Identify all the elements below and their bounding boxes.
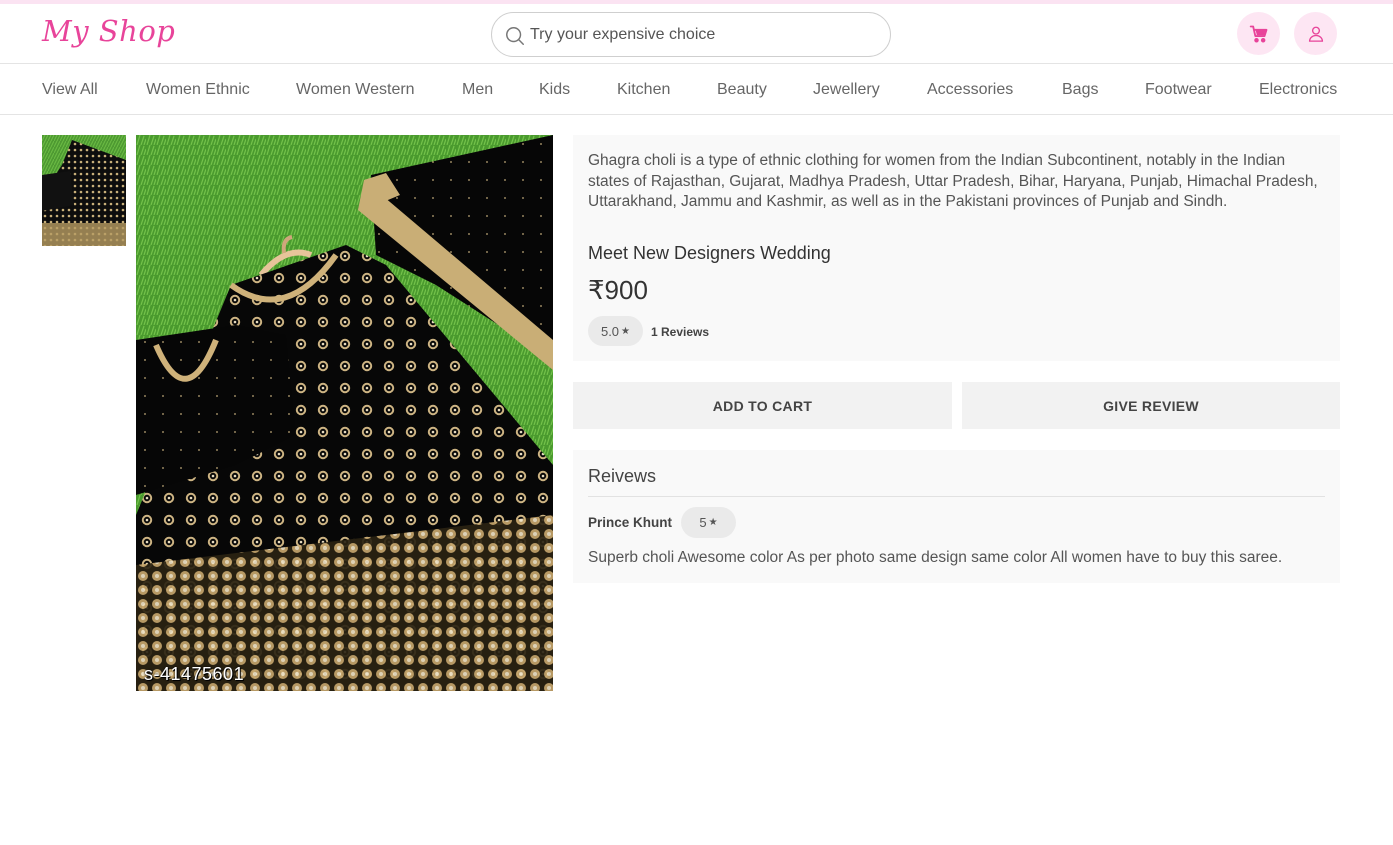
nav-item-accessories[interactable]: Accessories bbox=[927, 81, 1013, 99]
search-bar[interactable] bbox=[491, 12, 891, 57]
product-name: Meet New Designers Wedding bbox=[588, 243, 831, 263]
nav-item-kitchen[interactable]: Kitchen bbox=[617, 81, 670, 99]
product-info-card: Ghagra choli is a type of ethnic clothin… bbox=[573, 135, 1340, 361]
star-icon: ★ bbox=[708, 517, 718, 528]
product-price: ₹900 bbox=[588, 275, 648, 305]
reviews-title: Reivews bbox=[588, 466, 657, 486]
nav-item-jewellery[interactable]: Jewellery bbox=[813, 81, 880, 99]
review-rating-badge: 5 ★ bbox=[681, 507, 736, 538]
reviews-section: Reivews Prince Khunt 5 ★ Superb choli Aw… bbox=[573, 450, 1340, 583]
nav-item-view-all[interactable]: View All bbox=[42, 81, 98, 99]
review-rating-value: 5 bbox=[699, 515, 707, 530]
rating-badge: 5.0 ★ bbox=[588, 316, 643, 346]
star-icon: ★ bbox=[621, 325, 631, 337]
nav-item-beauty[interactable]: Beauty bbox=[717, 81, 767, 99]
rating-value: 5.0 bbox=[600, 323, 620, 339]
nav-item-footwear[interactable]: Footwear bbox=[1145, 81, 1212, 99]
review-text: Superb choli Awesome color As per photo … bbox=[588, 549, 1283, 566]
product-thumbnail[interactable] bbox=[42, 135, 126, 246]
divider bbox=[588, 496, 1325, 497]
nav-item-electronics[interactable]: Electronics bbox=[1259, 81, 1337, 99]
nav-item-men[interactable]: Men bbox=[462, 81, 493, 99]
nav-item-women-ethnic[interactable]: Women Ethnic bbox=[146, 81, 250, 99]
cart-icon bbox=[1249, 25, 1267, 42]
user-icon bbox=[1308, 26, 1323, 42]
product-main-image: s-41475601 bbox=[136, 135, 553, 691]
category-nav: View All Women Ethnic Women Western Men … bbox=[0, 65, 1393, 115]
logo[interactable]: My Shop bbox=[42, 14, 175, 48]
image-watermark: s-41475601 bbox=[144, 664, 245, 684]
give-review-button[interactable]: GIVE REVIEW bbox=[962, 382, 1340, 429]
search-icon bbox=[506, 27, 524, 45]
review-author: Prince Khunt bbox=[588, 515, 673, 530]
nav-item-women-western[interactable]: Women Western bbox=[296, 81, 415, 99]
nav-item-kids[interactable]: Kids bbox=[539, 81, 570, 99]
header: My Shop bbox=[0, 4, 1393, 64]
nav-item-bags[interactable]: Bags bbox=[1062, 81, 1098, 99]
reviews-count: 1 Reviews bbox=[651, 325, 710, 339]
profile-button[interactable] bbox=[1294, 12, 1337, 55]
search-input[interactable] bbox=[530, 22, 870, 48]
add-to-cart-button[interactable]: ADD TO CART bbox=[573, 382, 952, 429]
cart-button[interactable] bbox=[1237, 12, 1280, 55]
product-description: Ghagra choli is a type of ethnic clothin… bbox=[588, 152, 1318, 211]
